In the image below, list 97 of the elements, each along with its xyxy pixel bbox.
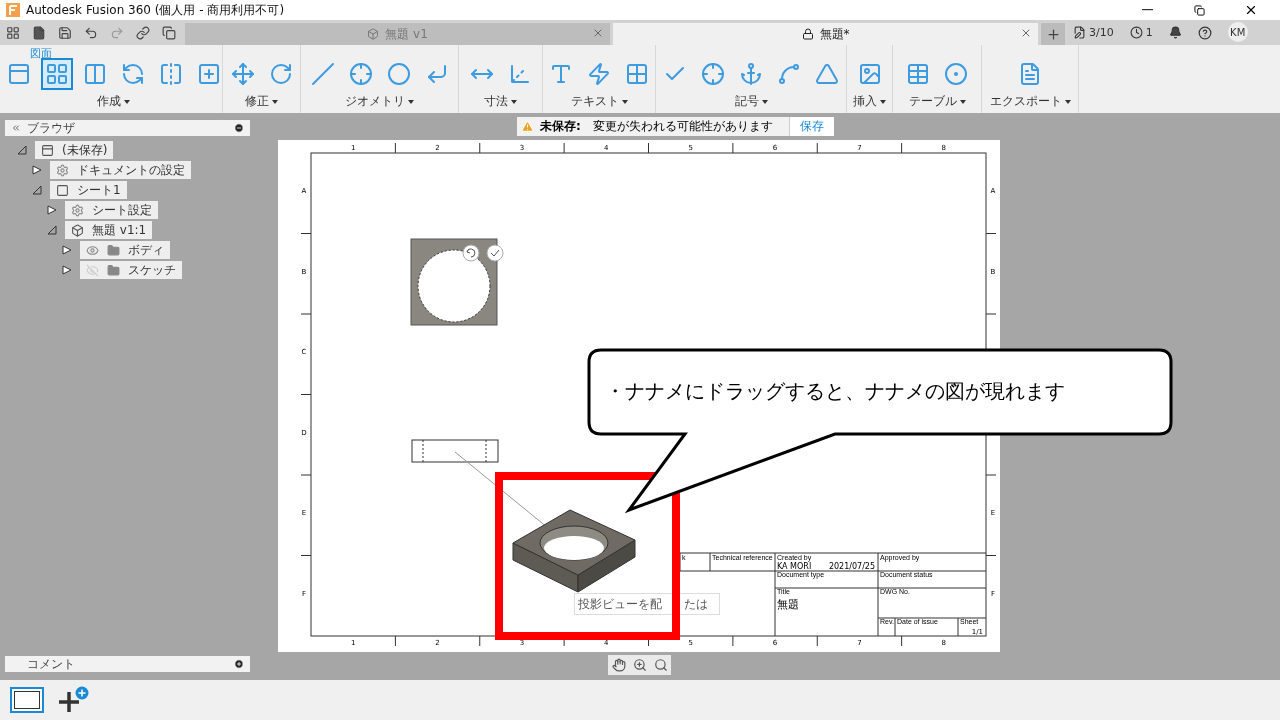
tooltip-text: 投影ビューを配 [578,596,662,613]
zoom-icon [632,658,647,672]
caret-icon [408,99,414,104]
document-tab[interactable]: 無題* [613,23,1038,45]
browser-title: ブラウザ [27,119,76,137]
minimize-icon [1141,9,1153,11]
expanded-toggle-icon[interactable] [32,185,42,195]
collapsed-toggle-icon[interactable] [62,265,72,275]
caret-icon [272,99,278,104]
ribbon-group-menu[interactable]: 作成 [97,93,130,110]
caret-icon [621,99,628,104]
expanded-toggle-icon[interactable] [47,225,57,235]
file-edit-icon [1073,26,1086,39]
window-title: Autodesk Fusion 360 (個人用 - 商用利用不可) [26,1,286,19]
folder-icon [107,243,120,257]
browser-node[interactable]: ボディ [80,241,170,259]
expanded-toggle-icon[interactable] [17,145,27,155]
ribbon-group-menu[interactable]: ジオメトリ [345,93,414,110]
collapsed-toggle-icon[interactable] [47,205,57,215]
folder-icon [107,263,120,277]
table-icon [906,62,930,86]
caret-icon [880,99,886,104]
undo-badge-icon[interactable] [462,244,480,262]
browser-node[interactable]: シート設定 [65,201,158,219]
cube-icon [367,28,380,40]
job-status-button[interactable]: 3/10 [1065,20,1122,45]
copy-icon [162,25,176,40]
app-logo [6,3,20,17]
date-value: 2021/07/25 [828,562,875,571]
redo-icon [110,25,124,40]
new-tab-button[interactable] [1041,23,1065,45]
browser-node[interactable]: スケッチ [80,261,182,279]
magnifier-icon [653,658,668,672]
add-sheet-icon [58,686,90,714]
collapsed-toggle-icon[interactable] [62,245,72,255]
move-icon [230,62,255,86]
rotate-icon [268,62,293,86]
ribbon-group-menu[interactable]: 寸法 [484,93,517,110]
caret-icon [511,99,517,104]
caret-icon [959,99,966,104]
eye-icon[interactable] [86,243,99,257]
gear-icon [56,163,69,177]
ribbon-group-menu[interactable]: テーブル [908,93,966,110]
tab-close-icon[interactable] [592,27,604,39]
collapsed-toggle-icon[interactable] [32,165,42,175]
tab-close-icon[interactable] [1020,27,1032,39]
hand-icon [611,658,626,672]
ribbon-group-menu[interactable]: 修正 [245,93,278,110]
minimize-icon[interactable] [234,123,244,133]
banner-message: 変更が失われる可能性があります [592,118,773,135]
sheet-icon [56,183,69,197]
file-icon [32,25,46,40]
help-icon [1197,25,1212,40]
tool-button[interactable] [40,58,73,90]
timer-button[interactable]: 1 [1121,20,1161,45]
created-by-value: KA MORI [777,562,812,571]
ribbon-group-menu[interactable]: 記号 [734,93,768,110]
browser-node[interactable]: 無題 v1:1 [65,221,153,239]
ribbon-group-menu[interactable]: テキスト [570,93,628,110]
clock-icon [1129,26,1143,39]
circle-icon [386,62,411,86]
user-avatar[interactable]: KM [1227,22,1248,42]
ribbon-group-menu[interactable]: 挿入 [853,93,886,110]
link-icon [136,25,150,40]
browser-node[interactable]: (未保存) [35,141,114,159]
check-badge-icon[interactable] [486,244,504,262]
text-icon [549,62,573,86]
plus-icon [1045,26,1061,42]
browser-node[interactable]: ドキュメントの設定 [50,161,191,179]
caret-icon [761,99,768,104]
comments-title: コメント [26,655,76,673]
restore-icon [1193,4,1205,16]
workspace-label: 図面 [30,46,52,61]
sheet-thumbnail[interactable] [10,687,44,713]
image-icon [857,62,882,86]
layout-icon [44,62,69,86]
grid-icon [6,25,20,40]
tooltip-text: たは [684,596,708,613]
save-button[interactable]: 保存 [788,117,834,136]
save-icon [58,25,72,40]
close-icon [1244,3,1258,17]
lock-icon [801,28,814,40]
collapse-icon[interactable] [11,123,21,133]
add-sheet-button[interactable] [58,686,90,714]
cube-icon [71,223,84,237]
banner-label: 未保存: [540,118,581,135]
warning-icon [521,120,534,133]
gear-icon [71,203,84,217]
caret-icon [124,99,130,104]
bell-icon [1168,26,1182,39]
browser-node[interactable]: シート1 [50,181,127,199]
callout-text: ・ナナメにドラッグすると、ナナメの図が現れます [605,378,1065,405]
ribbon-group-menu[interactable]: エクスポート [989,93,1071,110]
add-comment-icon[interactable] [234,659,244,669]
caret-icon [1064,99,1071,104]
drawing-title: 無題 [777,598,799,611]
undo-icon [84,25,98,40]
